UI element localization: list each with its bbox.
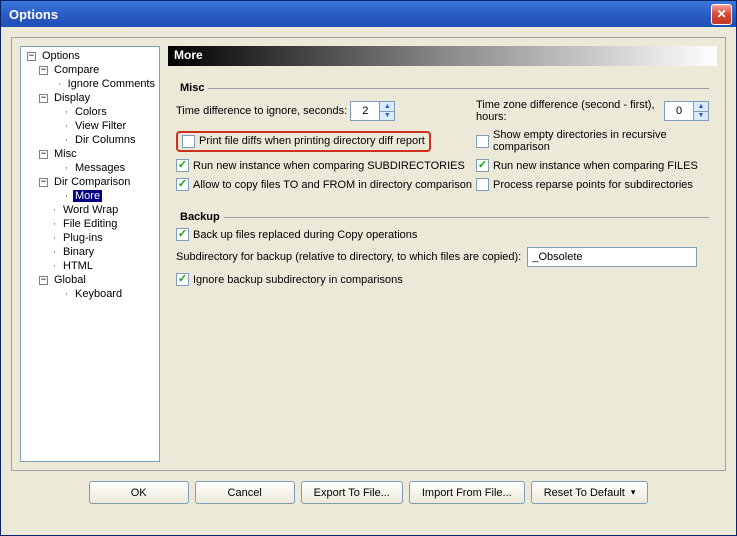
tree-ignore-comments[interactable]: ·Ignore Comments bbox=[21, 77, 159, 91]
panel-body: Misc Time difference to ignore, seconds:… bbox=[168, 66, 717, 462]
reset-button[interactable]: Reset To Default▾ bbox=[531, 481, 649, 504]
tree-binary[interactable]: ·Binary bbox=[21, 245, 159, 259]
spin-up-icon[interactable]: ▲ bbox=[379, 102, 394, 112]
tree-word-wrap[interactable]: ·Word Wrap bbox=[21, 203, 159, 217]
run-new-sub-label: Run new instance when comparing SUBDIREC… bbox=[193, 160, 465, 172]
main-panel: −Options −Compare ·Ignore Comments −Disp… bbox=[11, 37, 726, 471]
run-new-sub-checkbox[interactable] bbox=[176, 159, 189, 172]
tree-keyboard[interactable]: ·Keyboard bbox=[21, 287, 159, 301]
tz-input[interactable] bbox=[665, 102, 693, 120]
window-title: Options bbox=[5, 7, 711, 22]
tree-file-editing[interactable]: ·File Editing bbox=[21, 217, 159, 231]
tree-dir-comparison[interactable]: −Dir Comparison bbox=[21, 175, 159, 189]
highlighted-option: Print file diffs when printing directory… bbox=[176, 131, 431, 152]
time-diff-spinner[interactable]: ▲▼ bbox=[350, 101, 395, 121]
reparse-label: Process reparse points for subdirectorie… bbox=[493, 179, 693, 191]
collapse-icon[interactable]: − bbox=[27, 52, 36, 61]
export-button[interactable]: Export To File... bbox=[301, 481, 403, 504]
import-button[interactable]: Import From File... bbox=[409, 481, 525, 504]
dropdown-icon: ▾ bbox=[631, 487, 636, 498]
backup-group-label: Backup bbox=[176, 211, 224, 223]
collapse-icon[interactable]: − bbox=[39, 66, 48, 75]
reparse-checkbox[interactable] bbox=[476, 178, 489, 191]
titlebar: Options ✕ bbox=[1, 1, 736, 27]
time-diff-input[interactable] bbox=[351, 102, 379, 120]
tree-view-filter[interactable]: ·View Filter bbox=[21, 119, 159, 133]
subdir-label: Subdirectory for backup (relative to dir… bbox=[176, 251, 521, 263]
content-area: −Options −Compare ·Ignore Comments −Disp… bbox=[1, 27, 736, 535]
time-diff-label: Time difference to ignore, seconds: bbox=[176, 105, 347, 117]
tree-messages[interactable]: ·Messages bbox=[21, 161, 159, 175]
collapse-icon[interactable]: − bbox=[39, 150, 48, 159]
collapse-icon[interactable]: − bbox=[39, 276, 48, 285]
tree-global[interactable]: −Global bbox=[21, 273, 159, 287]
tree-display[interactable]: −Display bbox=[21, 91, 159, 105]
collapse-icon[interactable]: − bbox=[39, 178, 48, 187]
options-tree[interactable]: −Options −Compare ·Ignore Comments −Disp… bbox=[20, 46, 160, 462]
backup-replaced-checkbox[interactable] bbox=[176, 228, 189, 241]
run-new-files-checkbox[interactable] bbox=[476, 159, 489, 172]
run-new-files-label: Run new instance when comparing FILES bbox=[493, 160, 698, 172]
ok-button[interactable]: OK bbox=[89, 481, 189, 504]
tree-html[interactable]: ·HTML bbox=[21, 259, 159, 273]
misc-group-label: Misc bbox=[176, 82, 208, 94]
spin-down-icon[interactable]: ▼ bbox=[379, 112, 394, 121]
right-panel: More Misc Time difference to ignore, sec… bbox=[168, 46, 717, 462]
tree-plugins[interactable]: ·Plug-ins bbox=[21, 231, 159, 245]
tz-label: Time zone difference (second - first), h… bbox=[476, 99, 661, 123]
print-diffs-label: Print file diffs when printing directory… bbox=[199, 135, 425, 147]
tree-dir-columns[interactable]: ·Dir Columns bbox=[21, 133, 159, 147]
collapse-icon[interactable]: − bbox=[39, 94, 48, 103]
button-row: OK Cancel Export To File... Import From … bbox=[11, 481, 726, 504]
ignore-backup-label: Ignore backup subdirectory in comparison… bbox=[193, 274, 403, 286]
close-button[interactable]: ✕ bbox=[711, 4, 732, 25]
cancel-button[interactable]: Cancel bbox=[195, 481, 295, 504]
divider bbox=[176, 217, 709, 218]
ignore-backup-checkbox[interactable] bbox=[176, 273, 189, 286]
tree-misc[interactable]: −Misc bbox=[21, 147, 159, 161]
spin-down-icon[interactable]: ▼ bbox=[693, 112, 708, 121]
spin-up-icon[interactable]: ▲ bbox=[693, 102, 708, 112]
tz-spinner[interactable]: ▲▼ bbox=[664, 101, 709, 121]
tree-more[interactable]: ·More bbox=[21, 189, 159, 203]
show-empty-label: Show empty directories in recursive comp… bbox=[493, 129, 709, 153]
show-empty-checkbox[interactable] bbox=[476, 135, 489, 148]
tree-colors[interactable]: ·Colors bbox=[21, 105, 159, 119]
tree-compare[interactable]: −Compare bbox=[21, 63, 159, 77]
subdir-input[interactable] bbox=[527, 247, 697, 267]
divider bbox=[176, 88, 709, 89]
allow-copy-label: Allow to copy files TO and FROM in direc… bbox=[193, 179, 472, 191]
backup-replaced-label: Back up files replaced during Copy opera… bbox=[193, 229, 417, 241]
print-diffs-checkbox[interactable] bbox=[182, 135, 195, 148]
tree-root[interactable]: −Options bbox=[21, 49, 159, 63]
allow-copy-checkbox[interactable] bbox=[176, 178, 189, 191]
panel-header: More bbox=[168, 46, 717, 66]
